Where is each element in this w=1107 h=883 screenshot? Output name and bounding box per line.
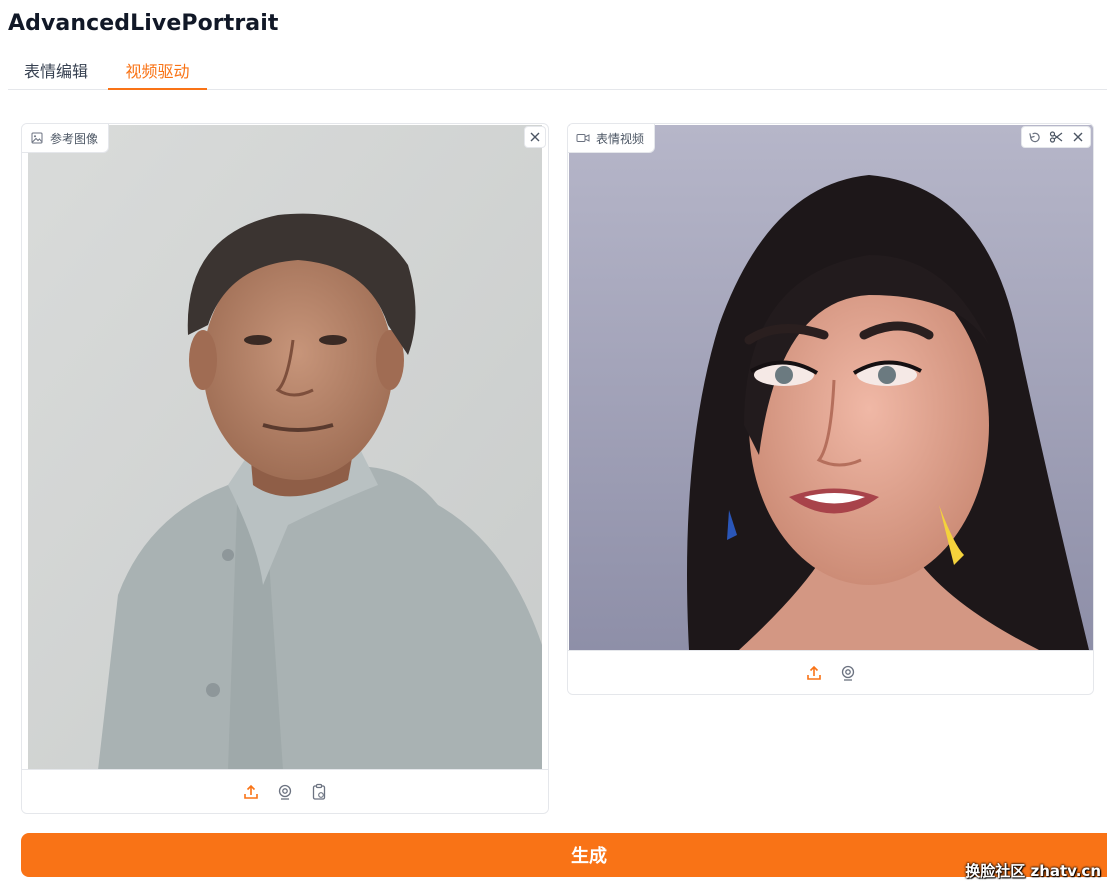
upload-icon[interactable]	[241, 782, 261, 802]
expression-video-label-text: 表情视频	[596, 131, 645, 146]
undo-icon[interactable]	[1026, 129, 1042, 145]
reference-image-label-text: 参考图像	[50, 131, 99, 146]
webcam-icon[interactable]	[275, 782, 295, 802]
close-icon[interactable]	[1070, 129, 1086, 145]
image-icon	[30, 131, 44, 145]
clipboard-icon[interactable]	[309, 782, 329, 802]
scissors-icon[interactable]	[1048, 129, 1064, 145]
tab-video-drive[interactable]: 视频驱动	[108, 60, 207, 90]
reference-image-panel: 参考图像	[21, 123, 549, 814]
close-icon[interactable]	[524, 126, 546, 148]
reference-image-photo	[28, 125, 542, 770]
generate-button-label: 生成	[571, 846, 607, 867]
reference-image-toolbar	[22, 769, 548, 813]
expression-video-panel: 表情视频	[567, 123, 1094, 695]
tab-expression-edit[interactable]: 表情编辑	[24, 60, 88, 90]
generate-button[interactable]: 生成	[21, 833, 1107, 877]
app-title: AdvancedLivePortrait	[8, 11, 279, 36]
reference-image-label: 参考图像	[22, 124, 110, 153]
expression-video-label: 表情视频	[568, 124, 656, 153]
expression-video-frame	[569, 125, 1093, 650]
expression-video-toolbar	[568, 650, 1093, 694]
video-icon	[576, 131, 590, 145]
upload-icon[interactable]	[804, 663, 824, 683]
webcam-icon[interactable]	[838, 663, 858, 683]
tab-bar: 表情编辑 视频驱动	[8, 58, 1107, 90]
watermark: 换脸社区 zhatv.cn	[965, 862, 1101, 880]
video-toolbar	[1021, 126, 1091, 148]
